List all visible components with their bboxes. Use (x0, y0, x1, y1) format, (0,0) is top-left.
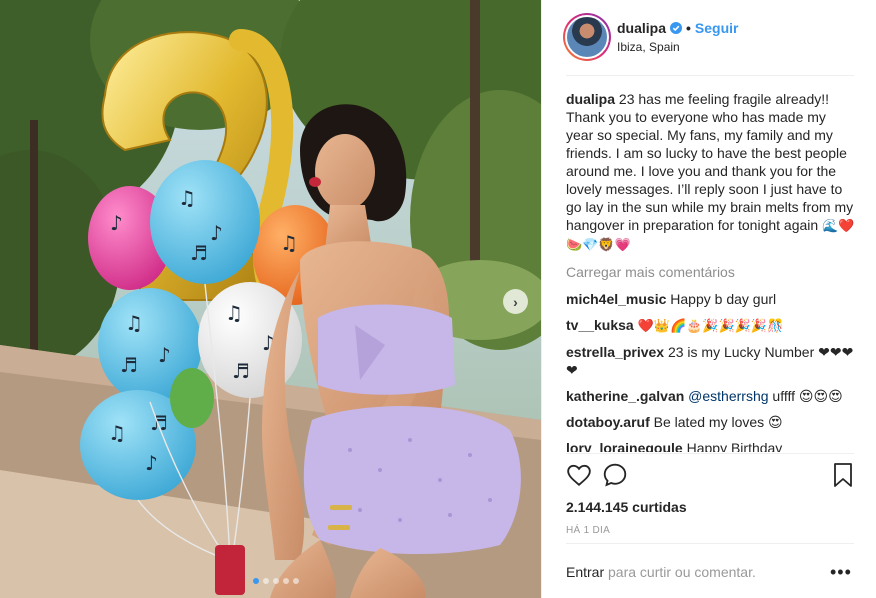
comments-list[interactable]: dualipa 23 has me feeling fragile alread… (566, 90, 856, 452)
add-comment-prompt: Entrar para curtir ou comentar. (566, 564, 756, 580)
svg-text:♬: ♬ (150, 411, 168, 435)
comment-text: uffff 😍😍😍 (772, 388, 843, 404)
post-timestamp[interactable]: HÁ 1 DIA (566, 525, 610, 536)
svg-text:♪: ♪ (158, 343, 171, 367)
svg-text:♫: ♫ (280, 231, 298, 255)
comment-mention-link[interactable]: @estherrshg (688, 388, 768, 404)
separator-dot: • (686, 20, 691, 36)
svg-text:♪: ♪ (145, 451, 158, 475)
carousel-dot (253, 578, 259, 584)
comment-username[interactable]: tv__kuksa (566, 317, 634, 333)
instagram-post: ♫ ♪ ♬ ♫ ♪ ♬ ♫ ♪ ♬ ♫ ♪ ♬ ♪ ♫ › dualipa • … (0, 0, 876, 598)
load-more-comments-button[interactable]: Carregar mais comentários (566, 264, 856, 282)
comment-item: dotaboy.aruf Be lated my loves 😍 (566, 413, 856, 431)
comment-item: tv__kuksa ❤️👑🌈🎂🎉🎉🎉🎉🎊 (566, 316, 856, 335)
caption-username[interactable]: dualipa (566, 91, 615, 107)
comment-username[interactable]: dotaboy.aruf (566, 414, 650, 430)
login-link[interactable]: Entrar (566, 564, 604, 580)
location-link[interactable]: Ibiza, Spain (617, 40, 680, 54)
chevron-right-icon: › (513, 293, 518, 310)
svg-text:♬: ♬ (190, 241, 208, 265)
comment-username[interactable]: katherine_.galvan (566, 388, 684, 404)
divider (566, 543, 854, 544)
avatar-story-ring[interactable] (563, 13, 611, 61)
comment-username[interactable]: lory_lorainegoule (566, 440, 683, 452)
verified-badge-icon (670, 22, 683, 34)
post-photo[interactable]: ♫ ♪ ♬ ♫ ♪ ♬ ♫ ♪ ♬ ♫ ♪ ♬ ♪ ♫ › (0, 0, 541, 598)
carousel-dot (273, 578, 279, 584)
bookmark-icon[interactable] (831, 462, 855, 488)
svg-text:♫: ♫ (178, 186, 196, 210)
comment-username[interactable]: mich4el_music (566, 291, 666, 307)
svg-text:♪: ♪ (210, 221, 223, 245)
follow-button[interactable]: Seguir (695, 20, 739, 36)
comment-username[interactable]: estrella_privex (566, 344, 664, 360)
divider (566, 453, 854, 454)
heart-outline-icon[interactable] (566, 462, 592, 488)
svg-text:♬: ♬ (120, 353, 138, 377)
comment-text: Happy Birthday (686, 440, 783, 452)
svg-text:♬: ♬ (232, 359, 250, 383)
avatar[interactable] (565, 15, 609, 59)
carousel-dot (293, 578, 299, 584)
photo-scene: ♫♪♬ ♫♪♬ ♫♪♬ ♫♪♬ ♪♫ (0, 0, 541, 598)
post-header: dualipa • Seguir Ibiza, Spain (542, 0, 876, 76)
svg-text:♫: ♫ (125, 311, 143, 335)
svg-text:♫: ♫ (108, 421, 126, 445)
more-options-button[interactable]: ••• (830, 562, 852, 583)
comment-item: lory_lorainegoule Happy Birthday (566, 439, 856, 452)
carousel-dot (263, 578, 269, 584)
carousel-dot (283, 578, 289, 584)
comment-item: mich4el_music Happy b day gurl (566, 290, 856, 308)
svg-text:♪: ♪ (110, 211, 123, 235)
comment-item: katherine_.galvan @estherrshg uffff 😍😍😍 (566, 387, 856, 405)
caption-text: 23 has me feeling fragile already!! Than… (566, 91, 854, 233)
post-caption: dualipa 23 has me feeling fragile alread… (566, 90, 856, 254)
comment-text: ❤️👑🌈🎂🎉🎉🎉🎉🎊 (637, 318, 784, 333)
comment-text: Be lated my loves 😍 (653, 414, 783, 430)
carousel-next-button[interactable]: › (503, 289, 528, 314)
post-side-panel: dualipa • Seguir Ibiza, Spain dualipa 23… (541, 0, 876, 598)
svg-text:♫: ♫ (225, 301, 243, 325)
comment-text: Happy b day gurl (670, 291, 777, 307)
post-actions (566, 462, 856, 492)
carousel-indicator (253, 578, 299, 584)
divider (566, 75, 854, 76)
comment-item: estrella_privex 23 is my Lucky Number ❤❤… (566, 343, 856, 379)
user-row: dualipa • Seguir (617, 20, 739, 36)
speech-bubble-icon[interactable] (602, 462, 628, 488)
like-count[interactable]: 2.144.145 curtidas (566, 499, 687, 515)
comment-placeholder-text: para curtir ou comentar. (608, 564, 756, 580)
username-link[interactable]: dualipa (617, 20, 666, 36)
